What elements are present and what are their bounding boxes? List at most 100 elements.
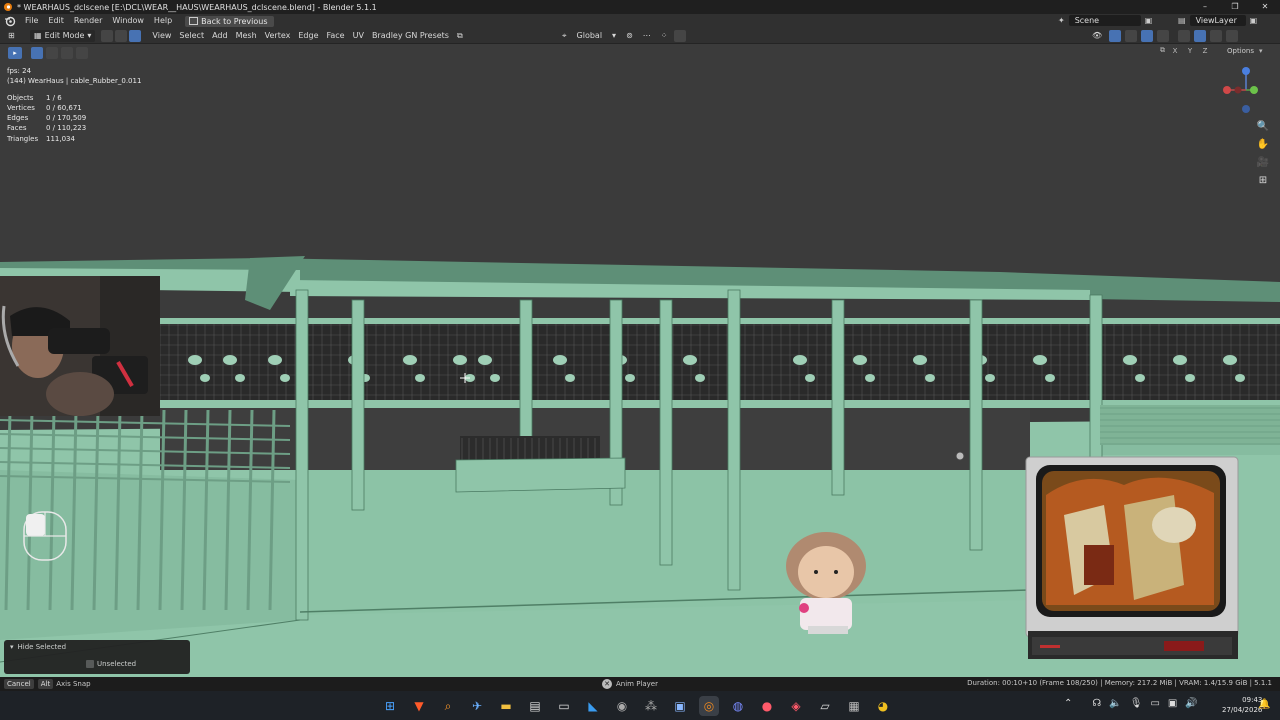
select-new-icon[interactable] xyxy=(31,47,43,59)
mirror-z-toggle[interactable]: Z xyxy=(1200,47,1210,55)
chrome-icon[interactable]: ◕ xyxy=(873,696,893,716)
discord-icon[interactable]: ◍ xyxy=(728,696,748,716)
menu-add[interactable]: Add xyxy=(208,30,232,42)
menu-vertex[interactable]: Vertex xyxy=(261,30,295,42)
file-explorer-icon[interactable]: ▬ xyxy=(496,696,516,716)
unselected-option[interactable]: Unselected xyxy=(86,660,190,668)
chevron-down-icon: ▾ xyxy=(10,643,14,651)
media-app-icon[interactable]: ◈ xyxy=(786,696,806,716)
mirror-y-toggle[interactable]: Y xyxy=(1185,47,1195,55)
display-icon[interactable]: ▭ xyxy=(1150,698,1159,709)
xray-toggle-icon[interactable] xyxy=(1141,30,1154,42)
new-scene-icon[interactable]: ▣ xyxy=(1145,16,1153,25)
material-shading-icon[interactable] xyxy=(1210,30,1223,42)
obs-icon[interactable]: ◉ xyxy=(612,696,632,716)
menu-window[interactable]: Window xyxy=(107,14,149,28)
wireframe-shading-icon[interactable] xyxy=(1178,30,1191,42)
presets-icon[interactable]: ⧉ xyxy=(453,30,467,42)
mirror-icon[interactable]: ⧉ xyxy=(1160,46,1165,55)
mirror-x-toggle[interactable]: X xyxy=(1170,47,1180,55)
pivot-icon[interactable]: ⊚ xyxy=(622,30,637,42)
close-icon[interactable]: ✕ xyxy=(602,679,612,689)
mesh-edit-overlay-icon[interactable] xyxy=(1157,30,1170,42)
volume-icon[interactable]: 🔈 xyxy=(1109,698,1121,709)
visibility-icon[interactable]: 👁 xyxy=(1088,30,1106,42)
clipboard-icon[interactable]: ▱ xyxy=(815,696,835,716)
menu-select[interactable]: Select xyxy=(175,30,208,42)
overlay-toggle-icon[interactable] xyxy=(1125,30,1138,42)
select-mode-buttons xyxy=(30,47,89,59)
menu-mesh[interactable]: Mesh xyxy=(232,30,261,42)
notepad-icon[interactable]: ▤ xyxy=(525,696,545,716)
chevron-up-icon[interactable]: ⌃ xyxy=(1064,698,1072,709)
options-dropdown[interactable]: Options xyxy=(1227,47,1254,55)
face-select-icon[interactable] xyxy=(129,29,142,42)
close-button[interactable]: ✕ xyxy=(1250,0,1280,14)
terminal-icon[interactable]: ▭ xyxy=(554,696,574,716)
camera-view-icon[interactable]: 🎥 xyxy=(1256,156,1270,169)
zoom-icon[interactable]: 🔍 xyxy=(1256,120,1270,133)
notification-bell-icon[interactable]: 🔔 xyxy=(1258,699,1270,710)
menu-bradley-gn-presets[interactable]: Bradley GN Presets xyxy=(368,30,453,42)
search-icon[interactable]: ⌕ xyxy=(438,696,458,716)
view-layer-field[interactable]: ViewLayer xyxy=(1189,15,1246,26)
speaker-icon[interactable]: 🔊 xyxy=(1185,698,1197,709)
proportional-edit-icon[interactable] xyxy=(674,30,687,42)
scene-icon[interactable]: ✦ xyxy=(1058,16,1065,25)
editor-type-icon[interactable]: ⊞ xyxy=(4,30,19,42)
mode-selector[interactable]: ▦ Edit Mode ▾ xyxy=(30,29,96,42)
new-view-layer-icon[interactable]: ▣ xyxy=(1250,16,1258,25)
back-to-previous-button[interactable]: Back to Previous xyxy=(185,15,274,27)
taskbar-clock[interactable]: 09:43 27/04/2026 xyxy=(1222,695,1262,715)
select-extend-icon[interactable] xyxy=(46,47,58,59)
menu-help[interactable]: Help xyxy=(149,14,177,28)
unselected-checkbox[interactable] xyxy=(86,660,94,668)
status-bar: Cancel Alt Axis Snap ✕ Anim Player Durat… xyxy=(0,677,1280,691)
vertex-select-icon[interactable] xyxy=(101,29,114,42)
blender-menu-icon[interactable] xyxy=(4,15,16,27)
menu-uv[interactable]: UV xyxy=(349,30,368,42)
headset-icon[interactable]: ☊ xyxy=(1092,698,1101,709)
last-operator-panel[interactable]: ▾ Hide Selected Unselected xyxy=(4,640,190,674)
blender-taskbar-icon[interactable]: ◎ xyxy=(699,696,719,716)
viewport-statistics: fps: 24 (144) WearHaus | cable_Rubber_0.… xyxy=(7,66,141,144)
rendered-shading-icon[interactable] xyxy=(1226,30,1239,42)
record-app-icon[interactable]: ● xyxy=(757,696,777,716)
edge-select-icon[interactable] xyxy=(115,29,128,42)
network-app-icon[interactable]: ⁂ xyxy=(641,696,661,716)
stat-value: 0 / 110,223 xyxy=(46,124,87,133)
orientation-icon[interactable]: ⌖ xyxy=(558,30,571,42)
menu-edge[interactable]: Edge xyxy=(294,30,322,42)
minimize-button[interactable]: – xyxy=(1190,0,1220,14)
menu-render[interactable]: Render xyxy=(69,14,107,28)
select-invert-icon[interactable] xyxy=(76,47,88,59)
navigation-gizmo[interactable] xyxy=(1218,64,1258,116)
pan-hand-icon[interactable]: ✋ xyxy=(1256,138,1270,151)
orientation-dropdown[interactable]: Global xyxy=(573,30,607,42)
gizmo-toggle-icon[interactable] xyxy=(1109,30,1122,42)
perspective-grid-icon[interactable]: ⊞ xyxy=(1256,174,1270,187)
menu-view[interactable]: View xyxy=(148,30,175,42)
stat-label: Objects xyxy=(7,93,34,102)
scene-field[interactable]: Scene xyxy=(1068,15,1141,26)
snap-target-icon[interactable]: ⁘ xyxy=(657,30,672,42)
select-subtract-icon[interactable] xyxy=(61,47,73,59)
settings-app-icon[interactable]: ▦ xyxy=(844,696,864,716)
view-layer-icon[interactable]: ▤ xyxy=(1178,16,1186,25)
app-store-icon[interactable]: ▣ xyxy=(670,696,690,716)
brave-browser-icon[interactable]: ▼ xyxy=(409,696,429,716)
vscode-icon[interactable]: ◣ xyxy=(583,696,603,716)
microphone-icon[interactable]: 🎙 xyxy=(1130,698,1143,709)
snap-icon[interactable]: ⋯ xyxy=(639,30,655,42)
monitor-icon[interactable]: ▣ xyxy=(1168,698,1177,709)
maximize-button[interactable]: ❐ xyxy=(1220,0,1250,14)
select-tool-icon[interactable]: ▸ xyxy=(8,47,22,59)
menu-edit[interactable]: Edit xyxy=(43,14,69,28)
solid-shading-icon[interactable] xyxy=(1194,30,1207,42)
anim-player-tab[interactable]: ✕ Anim Player xyxy=(602,679,658,689)
steam-icon[interactable]: ✈ xyxy=(467,696,487,716)
menu-face[interactable]: Face xyxy=(323,30,349,42)
menu-file[interactable]: File xyxy=(20,14,43,28)
operator-panel-header[interactable]: ▾ Hide Selected xyxy=(4,640,190,654)
windows-start-icon[interactable]: ⊞ xyxy=(380,696,400,716)
